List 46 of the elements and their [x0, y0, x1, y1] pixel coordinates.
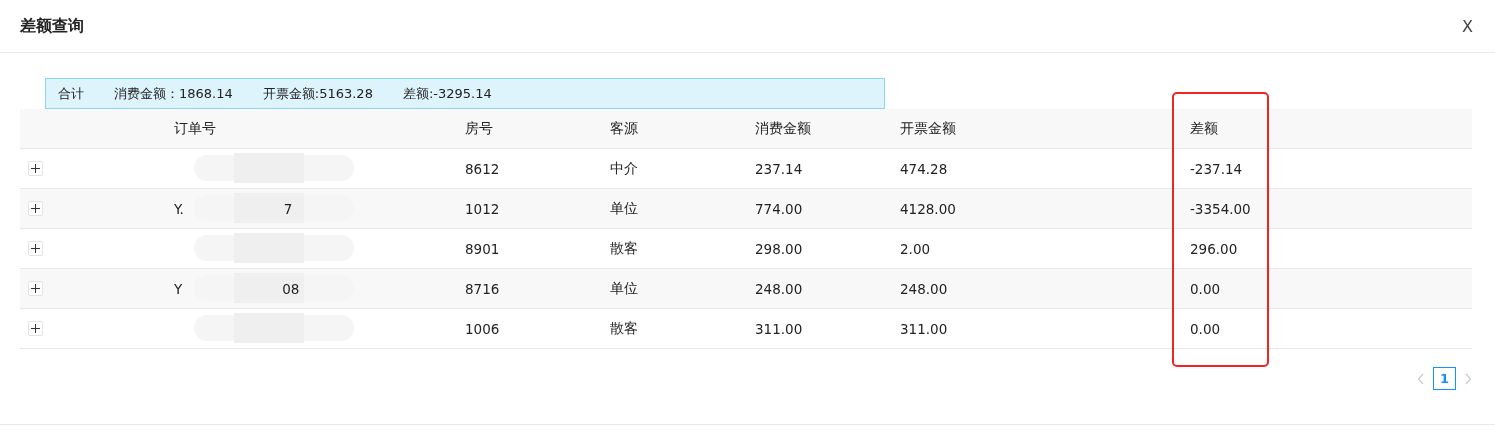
- summary-text: 消费金额：1868.14: [114, 84, 233, 103]
- column-header: 开票金额: [900, 119, 957, 138]
- expand-icon[interactable]: [28, 201, 43, 216]
- table-cell-text: 248.00: [755, 280, 804, 297]
- expand-icon[interactable]: [28, 321, 43, 336]
- order-number-fragment: 08: [282, 280, 300, 297]
- table-cell-text: 311.00: [755, 320, 804, 337]
- table-cell-text: 774.00: [755, 200, 804, 217]
- table-cell-text: -237.14: [1190, 160, 1244, 177]
- table-cell-text: 474.28: [900, 160, 949, 177]
- order-number-fragment: Y.: [174, 200, 184, 217]
- table-cell-text: 2.00: [900, 240, 932, 257]
- order-number-fragment: 7: [283, 200, 293, 217]
- summary-text: 差额:-3295.14: [402, 84, 492, 103]
- table-cell-text: 8612: [465, 160, 501, 177]
- table-cell-text: 散客: [610, 319, 639, 338]
- expand-icon[interactable]: [28, 241, 43, 256]
- table-cell-text: 311.00: [900, 320, 949, 337]
- table-cell-text: -3354.00: [1190, 200, 1252, 217]
- table-cell-text: 237.14: [755, 160, 804, 177]
- column-header: 订单号: [174, 119, 217, 138]
- table-cell-text: 0.00: [1190, 280, 1222, 297]
- table-cell-text: 1012: [465, 200, 501, 217]
- table-cell-text: 0.00: [1190, 320, 1222, 337]
- table-cell-text: 1006: [465, 320, 501, 337]
- table-cell-text: 中介: [610, 159, 639, 178]
- column-header: 差额: [1190, 119, 1219, 138]
- table-cell-text: 8716: [465, 280, 501, 297]
- summary-text: 合计: [58, 84, 84, 103]
- expand-icon[interactable]: [28, 281, 43, 296]
- table-cell-text: 单位: [610, 199, 639, 218]
- expand-icon[interactable]: [28, 161, 43, 176]
- table-cell-text: 单位: [610, 279, 639, 298]
- summary-text: 开票金额:5163.28: [262, 84, 373, 103]
- table-cell-text: 4128.00: [900, 200, 957, 217]
- table-cell-text: 8901: [465, 240, 501, 257]
- close-button[interactable]: X: [1462, 16, 1473, 36]
- dialog-title: 差额查询: [20, 15, 84, 37]
- order-number-fragment: Y: [174, 280, 183, 297]
- column-header: 消费金额: [755, 119, 812, 138]
- table-cell-text: 248.00: [900, 280, 949, 297]
- column-header: 客源: [610, 119, 639, 138]
- column-header: 房号: [465, 119, 494, 138]
- table-cell-text: 296.00: [1190, 240, 1239, 257]
- table-cell-text: 298.00: [755, 240, 804, 257]
- table-cell-text: 散客: [610, 239, 639, 258]
